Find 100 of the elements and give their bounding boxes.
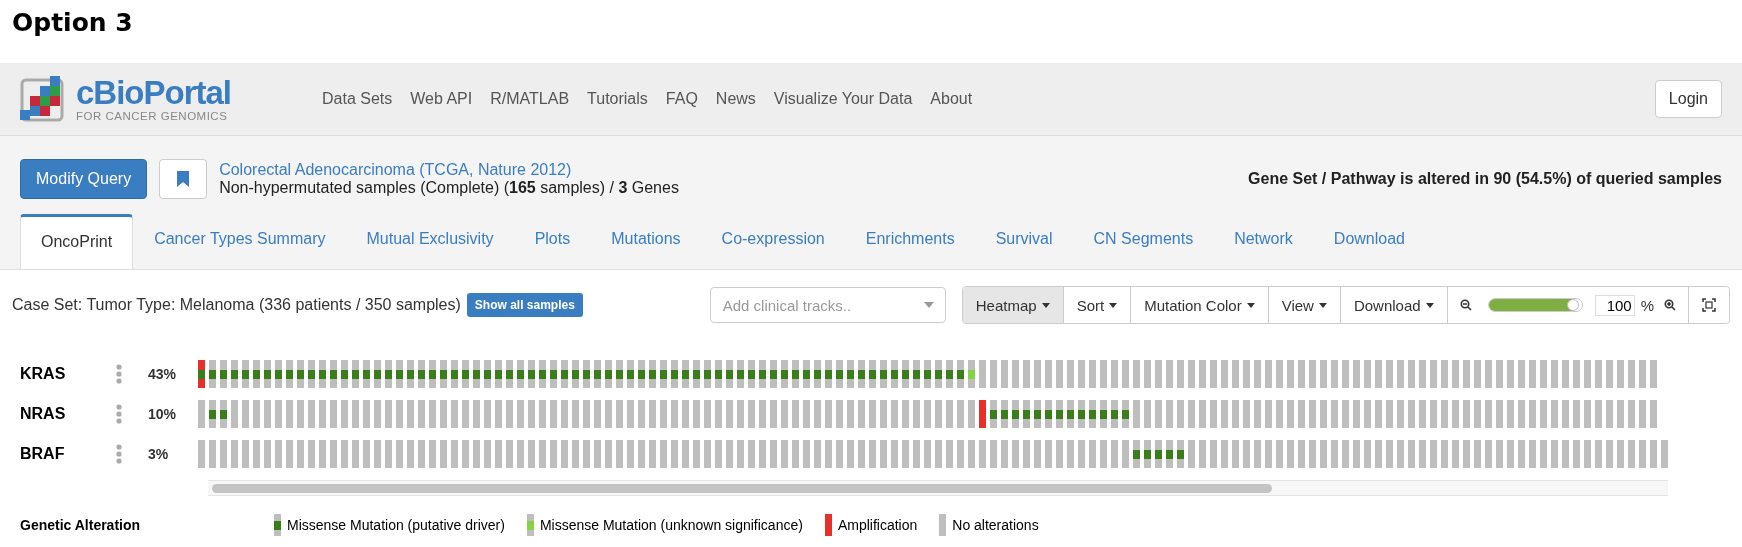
sample-cell xyxy=(1353,440,1360,468)
sample-cell xyxy=(902,440,909,468)
sample-cell xyxy=(1199,400,1206,428)
sample-cell xyxy=(374,440,381,468)
sample-cell xyxy=(1243,400,1250,428)
tab[interactable]: Co-expression xyxy=(701,214,845,269)
tab[interactable]: CN Segments xyxy=(1073,214,1214,269)
sample-cell xyxy=(440,440,447,468)
nav-link[interactable]: Tutorials xyxy=(587,90,648,108)
zoom-value-field[interactable]: 100 xyxy=(1594,294,1635,316)
nav-link[interactable]: Web API xyxy=(410,90,473,108)
sample-cell xyxy=(1375,400,1382,428)
sample-cell xyxy=(1628,360,1635,388)
sample-cell xyxy=(1650,400,1657,428)
tab[interactable]: Enrichments xyxy=(845,214,975,269)
track-menu-icon[interactable] xyxy=(116,364,122,384)
sample-cell xyxy=(1144,440,1151,468)
sample-cell xyxy=(539,360,546,388)
logo-tagline: FOR CANCER GENOMICS xyxy=(76,110,229,122)
sample-cell xyxy=(1276,400,1283,428)
sample-cell xyxy=(1518,360,1525,388)
sample-cell xyxy=(1551,360,1558,388)
sample-cell xyxy=(330,360,337,388)
sample-cell xyxy=(572,440,579,468)
sample-cell xyxy=(1309,400,1316,428)
sample-cell xyxy=(693,360,700,388)
sample-cell xyxy=(1056,400,1063,428)
sample-cell xyxy=(759,440,766,468)
menu-button[interactable]: Heatmap xyxy=(962,287,1063,323)
sample-cell xyxy=(561,400,568,428)
sample-cell xyxy=(1276,440,1283,468)
tab[interactable]: Plots xyxy=(514,214,591,269)
sample-cell xyxy=(418,360,425,388)
sample-cell xyxy=(407,400,414,428)
nav-link[interactable]: News xyxy=(715,90,756,108)
modify-query-button[interactable]: Modify Query xyxy=(20,159,148,199)
sample-cell xyxy=(374,400,381,428)
horizontal-scrollbar[interactable] xyxy=(208,480,1668,496)
sample-cell xyxy=(1386,360,1393,388)
sample-cell xyxy=(1628,440,1635,468)
track-menu-icon[interactable] xyxy=(116,444,122,464)
sample-cell xyxy=(297,440,304,468)
sample-cell xyxy=(1496,400,1503,428)
sample-cell xyxy=(1650,360,1657,388)
sample-cell xyxy=(968,440,975,468)
sample-cell xyxy=(440,400,447,428)
clinical-tracks-field[interactable]: Add clinical tracks.. xyxy=(709,287,946,323)
tab[interactable]: Download xyxy=(1313,214,1425,269)
sample-cell xyxy=(1001,360,1008,388)
nav-link[interactable]: About xyxy=(930,90,973,108)
sample-cell xyxy=(539,440,546,468)
sample-cell xyxy=(286,440,293,468)
sample-cell xyxy=(1474,360,1481,388)
sample-cell xyxy=(814,360,821,388)
bookmark-button[interactable] xyxy=(159,159,208,199)
sample-cell xyxy=(836,360,843,388)
nav-link[interactable]: FAQ xyxy=(665,90,698,108)
sample-cell xyxy=(363,400,370,428)
tab[interactable]: Cancer Types Summary xyxy=(134,214,346,269)
study-link[interactable]: Colorectal Adenocarcinoma (TCGA, Nature 2012) xyxy=(219,161,1237,179)
nav-link[interactable]: Data Sets xyxy=(322,90,393,108)
sample-cell xyxy=(902,400,909,428)
sample-cell xyxy=(1166,400,1173,428)
login-button[interactable]: Login xyxy=(1654,80,1722,118)
sample-cell xyxy=(1122,360,1129,388)
sample-cell xyxy=(1188,440,1195,468)
sample-cell xyxy=(1595,440,1602,468)
logo-name[interactable]: cBioPortal xyxy=(76,76,232,110)
nav-link[interactable]: Visualize Your Data xyxy=(773,90,913,108)
sample-cell xyxy=(550,440,557,468)
sample-cell xyxy=(396,360,403,388)
tab[interactable]: Mutual Exclusivity xyxy=(346,214,514,269)
nav-link[interactable]: R/MATLAB xyxy=(490,90,570,108)
sample-cell xyxy=(924,360,931,388)
zoom-slider[interactable] xyxy=(1487,298,1583,312)
sample-cell xyxy=(220,360,227,388)
sample-cell xyxy=(737,400,744,428)
tab[interactable]: OncoPrint xyxy=(20,214,134,269)
tab[interactable]: Survival xyxy=(975,214,1073,269)
sample-cell xyxy=(715,400,722,428)
caret-icon xyxy=(1246,302,1255,308)
sample-cell xyxy=(847,400,854,428)
tab[interactable]: Mutations xyxy=(591,214,701,269)
sample-cell xyxy=(418,440,425,468)
sample-cell xyxy=(1364,400,1371,428)
sample-cell xyxy=(1089,400,1096,428)
sample-cell xyxy=(1012,400,1019,428)
tab[interactable]: Network xyxy=(1214,214,1313,269)
show-all-samples-button[interactable]: Show all samples xyxy=(466,293,583,317)
track-menu-icon[interactable] xyxy=(116,404,122,424)
fullscreen-button[interactable] xyxy=(1688,287,1729,323)
sample-cell xyxy=(1353,400,1360,428)
sample-cell xyxy=(902,360,909,388)
sample-cell xyxy=(473,440,480,468)
sample-cell xyxy=(1155,440,1162,468)
sample-cell xyxy=(1210,400,1217,428)
sample-cell xyxy=(1430,400,1437,428)
sample-cell xyxy=(726,400,733,428)
sample-cell xyxy=(1243,360,1250,388)
sample-cell xyxy=(1375,360,1382,388)
